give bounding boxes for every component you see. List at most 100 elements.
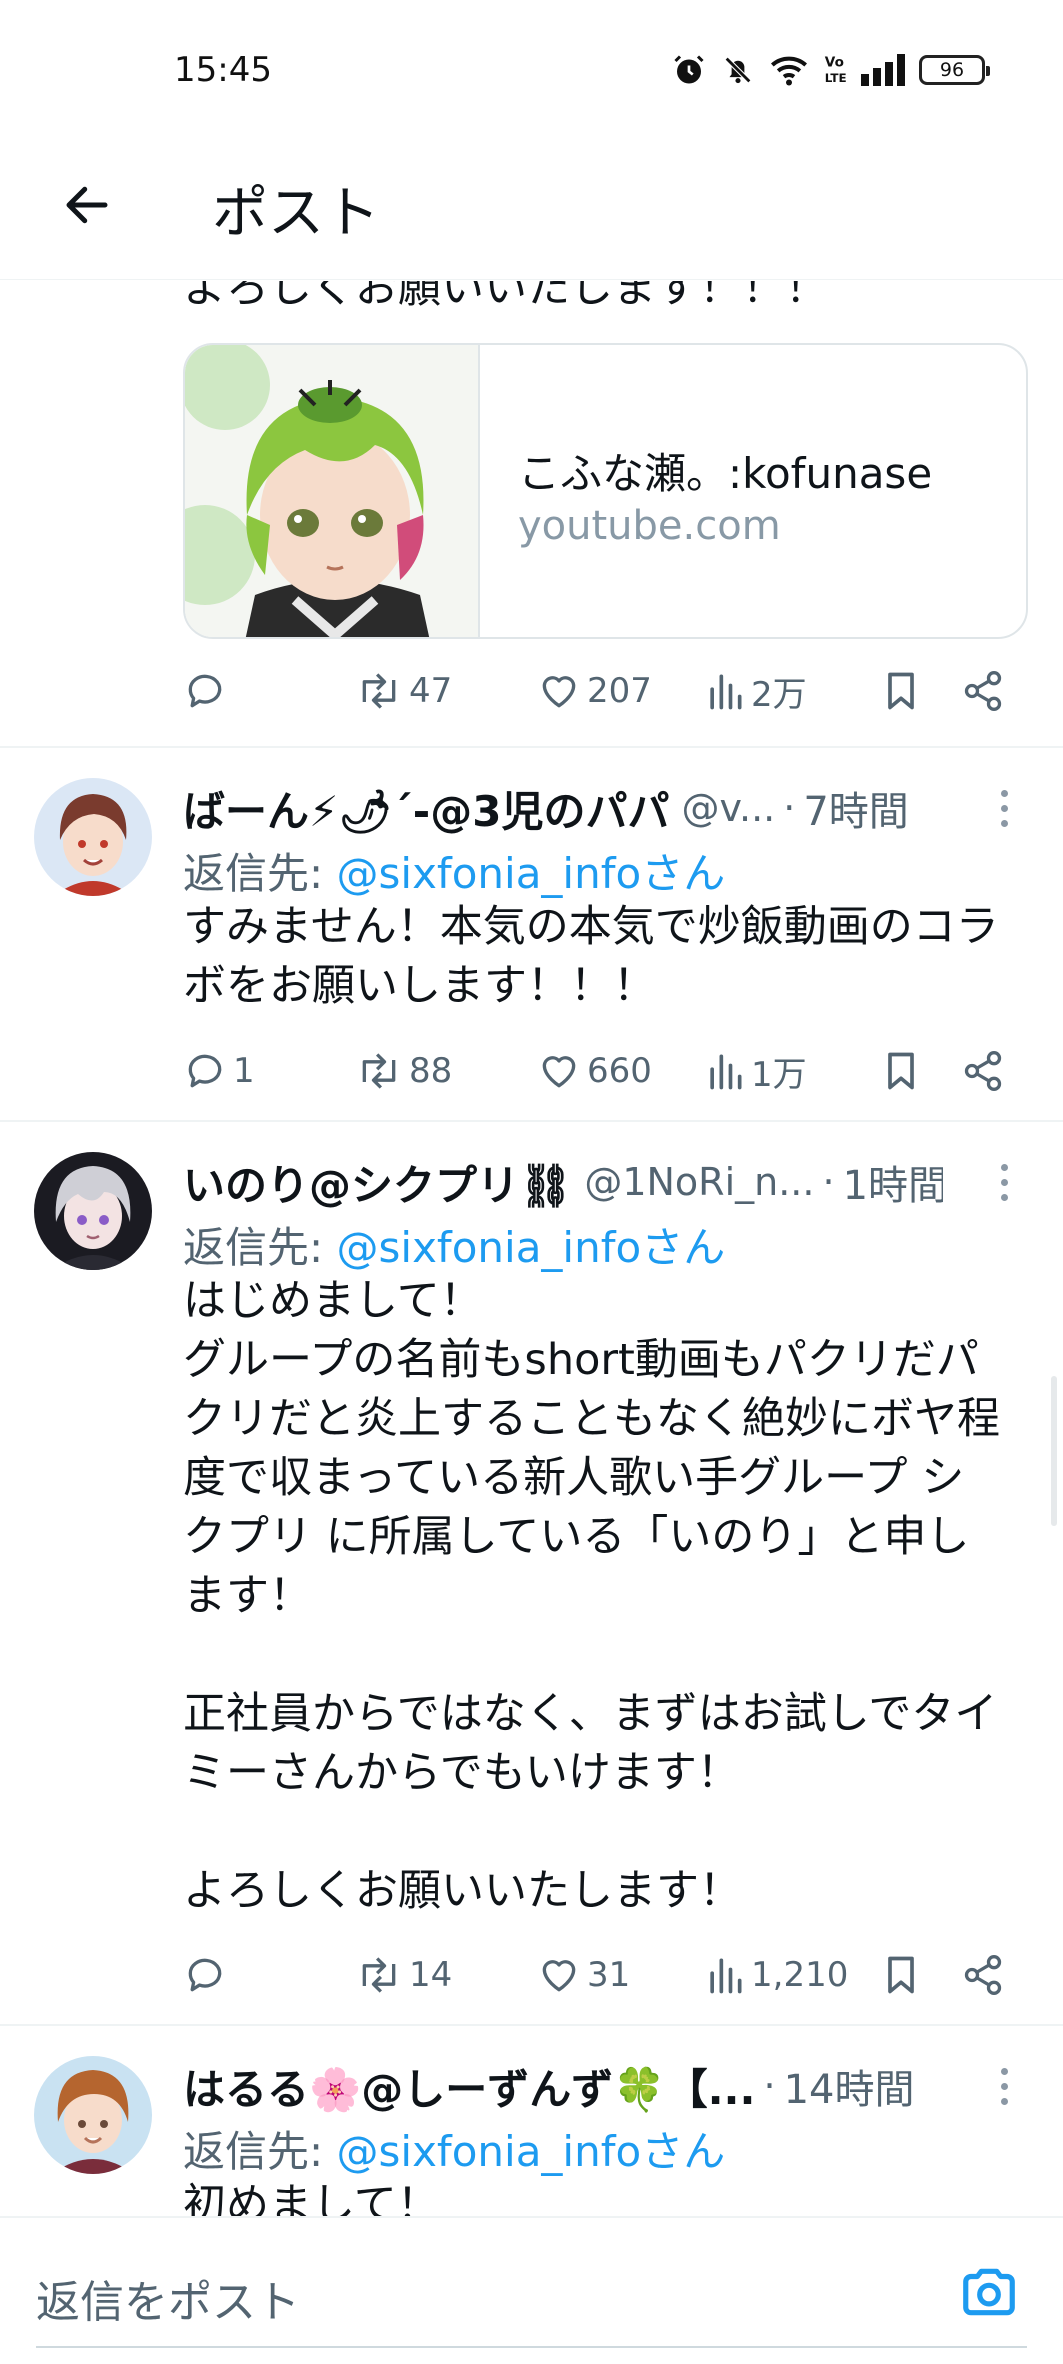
post-time[interactable]: 7時間 [803, 779, 908, 837]
svg-text:Vo: Vo [825, 55, 844, 71]
reply-to-line: 返信先: @sixfonia_infoさん [183, 1214, 725, 1275]
top-app-bar: ポスト [0, 140, 1063, 280]
views-bar-chart-icon [710, 1054, 742, 1090]
share-button[interactable] [961, 663, 1005, 719]
reply-input[interactable]: 返信をポスト [36, 2266, 300, 2330]
separator-dot: · [783, 786, 796, 830]
svg-text:LTE: LTE [825, 71, 847, 85]
repost-count: 47 [409, 671, 453, 711]
user-handle[interactable]: @v... [681, 786, 775, 830]
repost-count: 14 [409, 1955, 453, 1995]
like-button[interactable]: 207 [537, 663, 652, 719]
views-count: 1万 [751, 1054, 807, 1095]
heart-icon [542, 1056, 576, 1088]
reply-button[interactable]: 1 [183, 1043, 255, 1099]
volte-icon: VoLTE [825, 55, 847, 85]
heart-icon [542, 676, 576, 708]
views-bar-chart-icon [710, 674, 742, 710]
reply-to-line: 返信先: @sixfonia_infoさん [183, 840, 725, 901]
repost-icon [362, 673, 396, 709]
bookmark-button[interactable] [881, 1947, 921, 2003]
reply-icon [188, 674, 222, 708]
reply-feed: よろしくお願いいたします！！！ こふな瀬。:kofunase youtube.c… [0, 281, 1063, 2216]
status-time: 15:45 [174, 50, 272, 90]
display-name[interactable]: いのり@シクプリ⛓ [183, 1152, 572, 1212]
post-text: すみません！本気の本気で炒飯動画のコラ ボをお願いします！！！ [183, 902, 999, 1011]
post-actions: 14 31 1,210 [183, 1947, 1023, 2003]
user-handle[interactable]: @1NoRi_n... [584, 1160, 814, 1204]
share-icon [964, 671, 1002, 711]
views-count: 1,210 [751, 1955, 849, 1995]
bookmark-icon [888, 1956, 914, 1994]
reply-button[interactable] [183, 1947, 233, 2003]
back-button[interactable] [52, 170, 122, 240]
reply-to-label: 返信先: [183, 849, 337, 898]
separator-dot: · [763, 2064, 776, 2108]
display-name[interactable]: ばーん⚡🌶´-@3児のパパ [183, 778, 669, 838]
link-card-domain: youtube.com [518, 503, 781, 549]
share-icon [964, 1051, 1002, 1091]
more-dots-icon [1000, 1163, 1008, 1171]
repost-count: 88 [409, 1051, 453, 1091]
reply-to-label: 返信先: [183, 2127, 337, 2176]
mute-bell-icon [724, 56, 752, 84]
reply-count: 1 [233, 1051, 255, 1091]
battery-level: 96 [939, 59, 965, 81]
views-count: 2万 [751, 674, 807, 715]
heart-icon [542, 1960, 576, 1992]
post-header: はるる🌸@しーずんず🍀【... · 14時間 [183, 2056, 943, 2116]
post-text: 初めまして！ [183, 2180, 440, 2216]
views-button[interactable]: 1万 [705, 1043, 807, 1099]
repost-button[interactable]: 47 [355, 663, 452, 719]
reply-button[interactable] [183, 663, 233, 719]
bookmark-button[interactable] [881, 1043, 921, 1099]
reply-to-mention[interactable]: @sixfonia_infoさん [337, 849, 726, 898]
post-text: はじめまして！ グループの名前もshort動画もパクリだパ クリだと炎上すること… [183, 1276, 1000, 1916]
more-options-button[interactable] [989, 1152, 1019, 1212]
reply-icon [188, 1054, 222, 1088]
display-name[interactable]: はるる🌸@しーずんず🍀【... [183, 2056, 755, 2116]
post-time[interactable]: 14時間 [784, 2057, 915, 2115]
reply-post[interactable]: ばーん⚡🌶´-@3児のパパ @v... · 7時間 返信先: @sixfonia… [0, 746, 1063, 1120]
more-options-button[interactable] [989, 778, 1019, 838]
reply-post[interactable]: はるる🌸@しーずんず🍀【... · 14時間 返信先: @sixfonia_in… [0, 2024, 1063, 2216]
link-card[interactable]: こふな瀬。:kofunase youtube.com [183, 343, 1028, 639]
repost-button[interactable]: 88 [355, 1043, 452, 1099]
reply-to-mention[interactable]: @sixfonia_infoさん [337, 1223, 726, 1272]
link-card-title: こふな瀬。:kofunase [518, 449, 933, 498]
back-arrow-icon [66, 186, 108, 224]
reply-to-mention[interactable]: @sixfonia_infoさん [337, 2127, 726, 2176]
bookmark-button[interactable] [881, 663, 921, 719]
like-count: 660 [587, 1051, 652, 1091]
avatar[interactable] [34, 1152, 152, 1270]
more-dots-icon [1000, 2067, 1008, 2075]
wifi-icon [771, 56, 807, 86]
post-actions: 1 88 660 1万 [183, 1043, 1023, 1099]
alarm-icon [674, 55, 704, 84]
post-header: いのり@シクプリ⛓ @1NoRi_n... · 1時間 [183, 1152, 943, 1212]
avatar[interactable] [34, 2056, 152, 2174]
bookmark-icon [888, 1052, 914, 1090]
avatar[interactable] [34, 778, 152, 896]
battery-icon: 96 [919, 55, 990, 85]
views-bar-chart-icon [710, 1958, 742, 1994]
scrollbar-thumb[interactable] [1051, 1376, 1057, 1526]
like-button[interactable]: 31 [537, 1947, 630, 2003]
camera-icon [963, 2268, 1015, 2316]
camera-button[interactable] [953, 2256, 1025, 2328]
share-button[interactable] [961, 1947, 1005, 2003]
reply-to-line: 返信先: @sixfonia_infoさん [183, 2118, 725, 2179]
share-icon [964, 1955, 1002, 1995]
reply-post[interactable]: いのり@シクプリ⛓ @1NoRi_n... · 1時間 返信先: @sixfon… [0, 1120, 1063, 2024]
status-icons: Vo LTE 96 [671, 50, 990, 90]
views-button[interactable]: 2万 [705, 663, 807, 719]
views-button[interactable]: 1,210 [705, 1947, 848, 2003]
repost-button[interactable]: 14 [355, 1947, 452, 2003]
post-time[interactable]: 1時間 [843, 1153, 943, 1211]
more-dots-icon [1000, 789, 1008, 797]
share-button[interactable] [961, 1043, 1005, 1099]
like-button[interactable]: 660 [537, 1043, 652, 1099]
like-count: 207 [587, 671, 652, 711]
repost-icon [362, 1957, 396, 1993]
more-options-button[interactable] [989, 2056, 1019, 2116]
